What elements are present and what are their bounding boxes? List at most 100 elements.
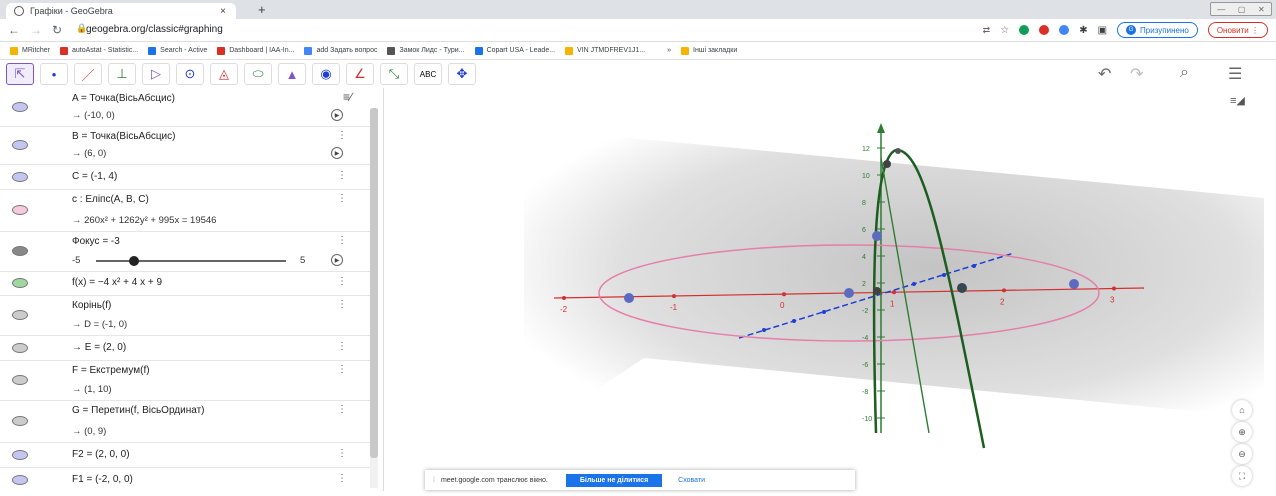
point-D[interactable] — [873, 287, 881, 295]
algebra-scrollbar-thumb[interactable] — [370, 108, 378, 458]
object-definition[interactable]: A = Точка(ВісьАбсцис) — [72, 93, 175, 104]
visibility-toggle[interactable] — [12, 278, 28, 288]
object-definition[interactable]: F1 = (-2, 0, 0) — [72, 474, 133, 485]
visibility-toggle[interactable] — [12, 449, 28, 460]
search-icon[interactable]: ⌕ — [1180, 64, 1189, 82]
row-menu-icon[interactable]: ⋮ — [337, 276, 347, 287]
slider-track[interactable] — [96, 260, 286, 262]
graphics-canvas[interactable]: -2 -1 0 1 2 3 12108642-2-4-6-8-10 — [384, 88, 1276, 491]
translate-icon[interactable]: ⇄ — [983, 25, 991, 36]
visibility-toggle[interactable] — [12, 140, 28, 150]
row-menu-icon[interactable]: ⋮ — [337, 448, 347, 459]
algebra-row[interactable]: C = (-1, 4) ⋮ — [0, 164, 370, 190]
visibility-toggle[interactable] — [12, 416, 28, 426]
stop-sharing-button[interactable]: Більше не ділитися — [565, 473, 663, 487]
algebra-row[interactable]: G = Перетин(f, ВісьОрдинат) → (0, 9) ⋮ — [0, 400, 370, 443]
algebra-row[interactable]: Фокус = -3 -5 5 ⋮ ▶ — [0, 231, 370, 272]
visibility-toggle[interactable] — [12, 474, 28, 485]
bookmark-item[interactable]: Copart USA - Leade... — [474, 46, 555, 55]
zoom-in-icon[interactable]: ⊕ — [1232, 422, 1252, 442]
algebra-row[interactable]: F = Екстремум(f) → (1, 10) ⋮ — [0, 360, 370, 401]
row-menu-icon[interactable]: ⋮ — [337, 299, 347, 310]
visibility-toggle[interactable] — [12, 310, 28, 320]
url-field[interactable]: geogebra.org/classic#graphing — [86, 24, 223, 35]
tool-polygon-button[interactable]: ▷ — [142, 63, 170, 85]
bookmark-item[interactable]: Замок Лидс - Тури... — [387, 46, 465, 55]
close-window-icon[interactable]: ✕ — [1258, 5, 1265, 14]
bookmark-item[interactable]: autoAstat - Statistic... — [60, 46, 138, 55]
object-definition[interactable]: F = Екстремум(f) — [72, 365, 150, 376]
point-F1[interactable] — [844, 288, 854, 298]
maximize-icon[interactable]: ▢ — [1238, 5, 1246, 14]
bookmark-star-icon[interactable]: ☆ — [1000, 25, 1009, 36]
row-menu-icon[interactable]: ⋮ — [337, 473, 347, 484]
object-definition[interactable]: c : Еліпс(A, B, C) — [72, 194, 149, 205]
fullscreen-icon[interactable]: ⛶ — [1232, 466, 1252, 486]
point-F[interactable] — [895, 148, 901, 154]
tool-sphere-button[interactable]: ◉ — [312, 63, 340, 85]
visibility-toggle[interactable] — [12, 171, 28, 182]
redo-icon[interactable]: ↷ — [1130, 64, 1143, 84]
back-icon[interactable]: ← — [8, 23, 20, 37]
visibility-toggle[interactable] — [12, 375, 28, 385]
shield-extension-icon[interactable] — [1059, 25, 1070, 35]
point-B[interactable] — [1069, 279, 1079, 289]
hide-link[interactable]: Сховати — [678, 477, 705, 484]
tool-line-button[interactable]: ／ — [74, 63, 102, 85]
object-definition[interactable]: → E = (2, 0) — [72, 342, 126, 353]
algebra-row[interactable]: c : Еліпс(A, B, C) → 260x² + 1262y² + 995… — [0, 189, 370, 232]
tab-close-icon[interactable]: × — [220, 6, 226, 17]
algebra-row[interactable]: B = Точка(ВісьАбсцис) → (6, 0) ⋮ ▶ — [0, 126, 370, 165]
object-definition[interactable]: Корінь(f) — [72, 300, 111, 311]
puzzle-icon[interactable]: ✱ — [1079, 25, 1087, 36]
tool-move-view-button[interactable]: ✥ — [448, 63, 476, 85]
row-menu-icon[interactable]: ⋮ — [337, 404, 347, 415]
tool-reflect-button[interactable]: ⤡ — [380, 63, 408, 85]
home-icon[interactable]: ⌂ — [1232, 400, 1252, 420]
drag-handle-icon[interactable]: ⁞ — [433, 477, 435, 484]
algebra-row[interactable]: A = Точка(ВісьАбсцис) → (-10, 0) ▶ — [0, 88, 370, 127]
row-menu-icon[interactable]: ⋮ — [337, 364, 347, 375]
visibility-toggle[interactable] — [12, 205, 28, 215]
algebra-row[interactable]: f(x) = −4 x² + 4 x + 9 ⋮ — [0, 271, 370, 296]
object-definition[interactable]: C = (-1, 4) — [72, 171, 117, 182]
menu-icon[interactable]: ☰ — [1228, 64, 1242, 84]
undo-icon[interactable]: ↶ — [1098, 64, 1111, 84]
media-icon[interactable]: ▣ — [1098, 25, 1107, 36]
minimize-icon[interactable]: — — [1217, 5, 1225, 14]
bookmark-item[interactable]: MRitcher — [10, 46, 50, 55]
row-menu-icon[interactable]: ⋮ — [337, 341, 347, 352]
extension-icon[interactable] — [1019, 25, 1030, 35]
play-icon[interactable]: ▶ — [331, 147, 343, 159]
forward-icon[interactable]: → — [30, 23, 42, 37]
update-button[interactable]: Оновити ⋮ — [1207, 22, 1268, 38]
new-tab-button[interactable]: + — [258, 2, 266, 17]
point-G[interactable] — [883, 160, 891, 168]
algebra-sort-icon[interactable]: ≡∕ — [343, 90, 352, 104]
tool-move-button[interactable]: ⇱ — [6, 63, 34, 85]
object-definition[interactable]: B = Точка(ВісьАбсцис) — [72, 131, 175, 142]
point-E[interactable] — [957, 283, 967, 293]
algebra-row[interactable]: → E = (2, 0) ⋮ — [0, 335, 370, 361]
tool-point-button[interactable]: • — [40, 63, 68, 85]
bookmark-item[interactable]: add Задать вопрос — [304, 46, 377, 55]
algebra-row[interactable]: F1 = (-2, 0, 0) ⋮ — [0, 467, 370, 491]
bookmark-item[interactable]: VIN JTMDFREV1J1... — [565, 46, 645, 55]
point-C[interactable] — [872, 231, 882, 241]
visibility-toggle[interactable] — [12, 246, 28, 256]
visibility-toggle[interactable] — [12, 102, 28, 112]
bookmark-item[interactable]: » — [655, 46, 671, 55]
paused-profile-button[interactable]: G Призупинено — [1117, 22, 1198, 38]
bookmark-item[interactable]: Інші закладки — [681, 46, 737, 55]
tool-text-button[interactable]: ABC — [414, 63, 442, 85]
graphics-style-icon[interactable]: ≡◢ — [1230, 94, 1245, 107]
row-menu-icon[interactable]: ⋮ — [337, 130, 347, 141]
zoom-out-icon[interactable]: ⊖ — [1232, 444, 1252, 464]
graphics-3d-view[interactable]: -2 -1 0 1 2 3 12 10 8 6 4 2 -2 -4 -6 -8 -10 ≡◢ — [384, 88, 1276, 491]
point-A[interactable] — [624, 293, 634, 303]
bookmark-item[interactable]: Dashboard | IAA-In... — [217, 46, 294, 55]
play-icon[interactable]: ▶ — [331, 254, 343, 266]
tool-perpendicular-button[interactable]: ⊥ — [108, 63, 136, 85]
row-menu-icon[interactable]: ⋮ — [337, 235, 347, 246]
slider-knob[interactable] — [129, 256, 139, 266]
